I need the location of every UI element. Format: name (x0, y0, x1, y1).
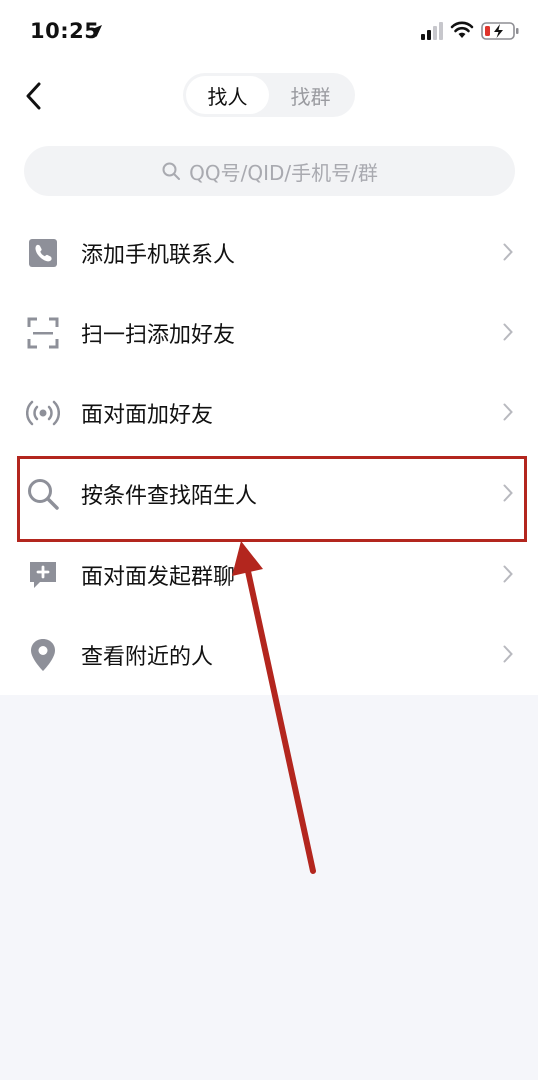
annotation-arrow (232, 541, 316, 874)
